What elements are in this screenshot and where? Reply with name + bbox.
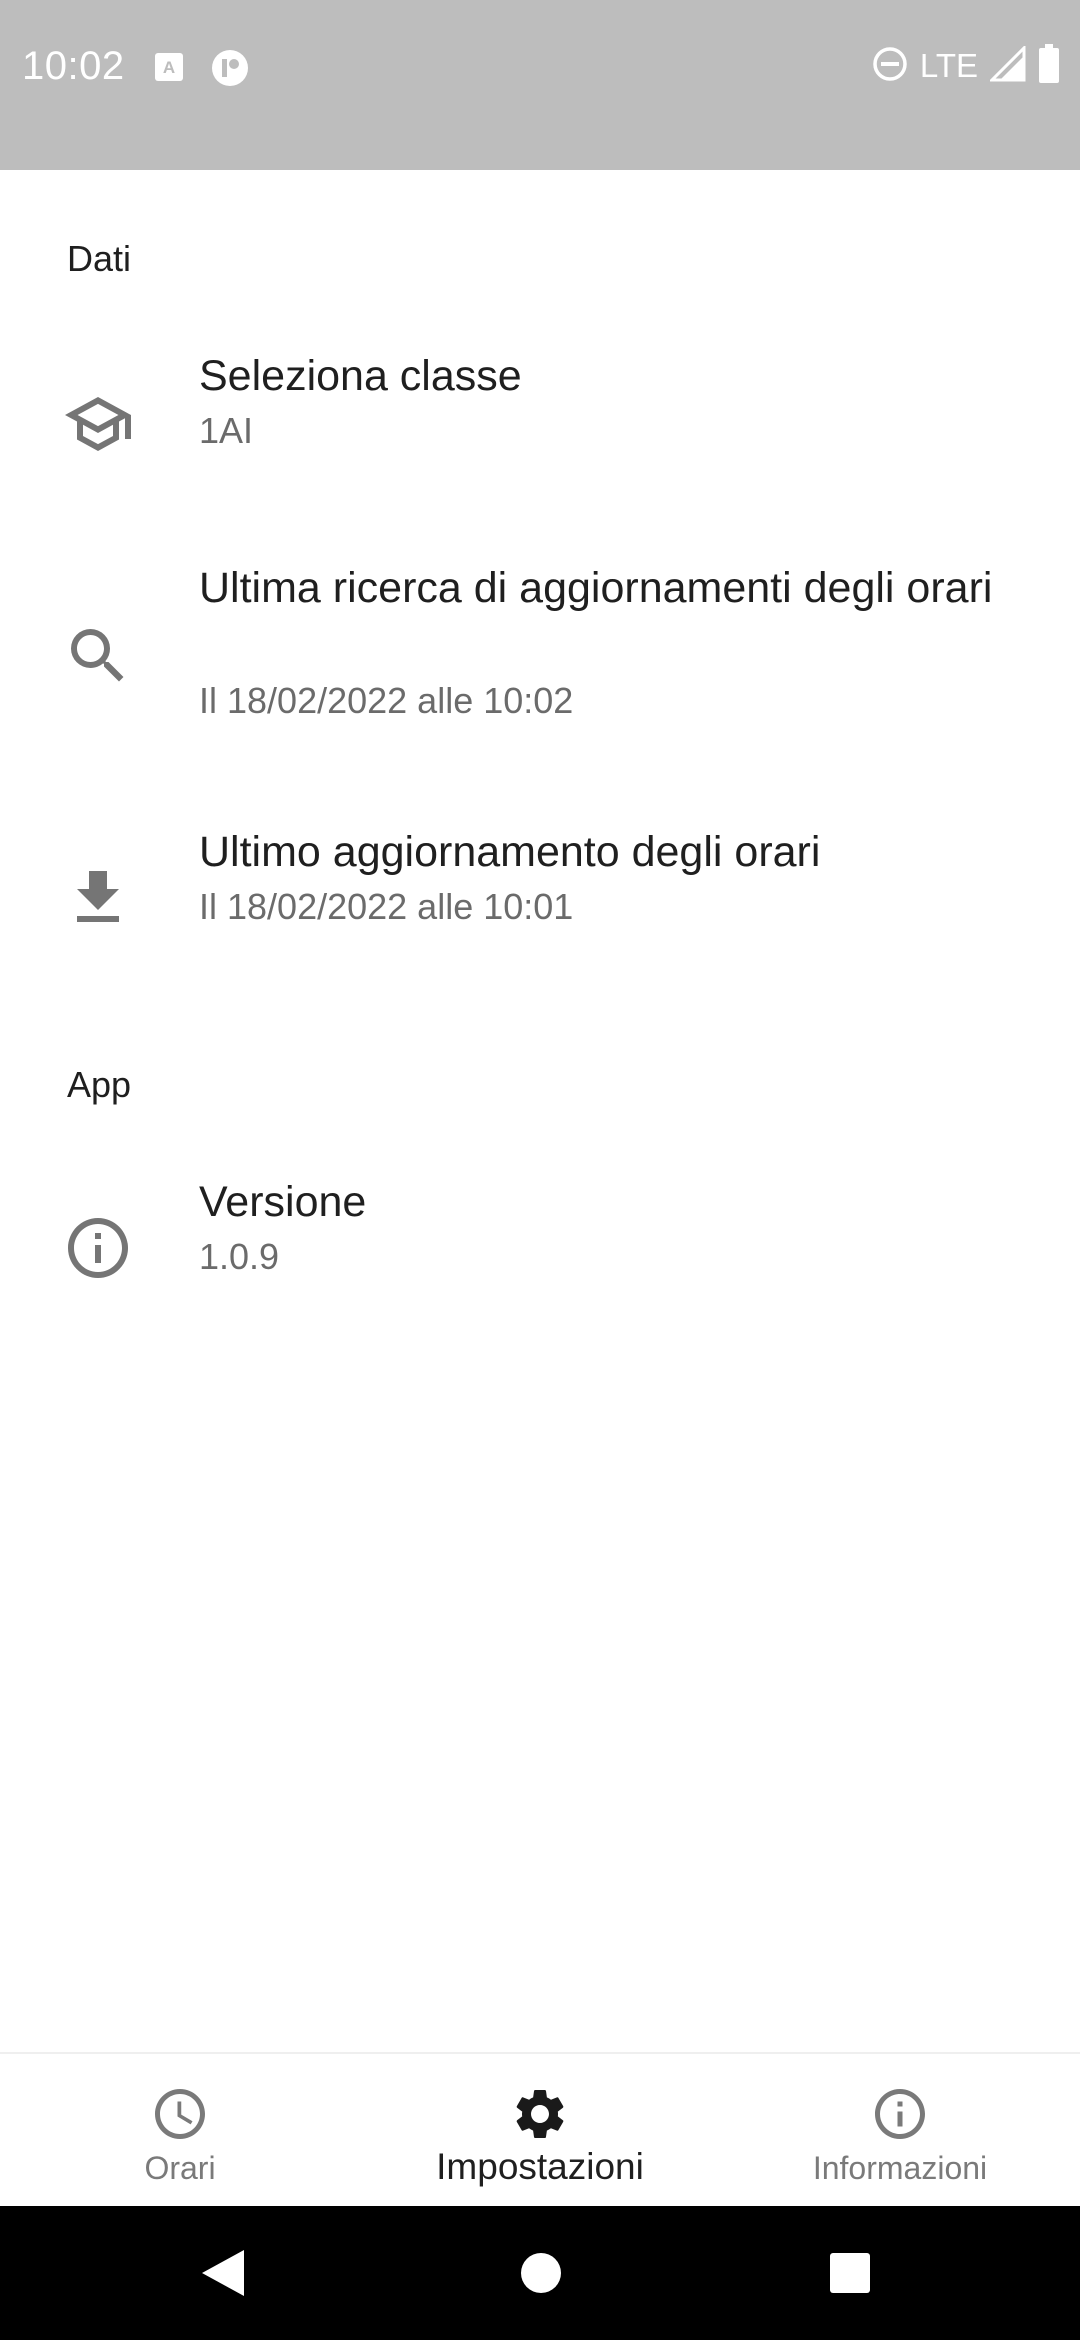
pref-summary: Il 18/02/2022 alle 10:01 [199,886,574,927]
download-icon [62,862,134,934]
nav-item-impostazioni[interactable]: Impostazioni [360,2054,720,2208]
nav-item-orari[interactable]: Orari [0,2054,360,2208]
home-button[interactable] [520,2252,562,2299]
signal-icon [988,43,1026,87]
pref-version[interactable]: Versione 1.0.9 [0,1176,1080,1326]
pref-title: Ultimo aggiornamento degli orari [199,828,821,876]
svg-text:A: A [163,58,175,77]
assistant-icon [210,48,250,93]
pref-title: Ultima ricerca di aggiornamenti degli or… [199,564,993,612]
school-icon [62,388,134,460]
section-header-app: App [67,1064,132,1105]
pref-select-class[interactable]: Seleziona classe 1AI [0,350,1080,500]
battery-icon [1038,43,1060,89]
pref-summary: 1.0.9 [199,1236,280,1277]
back-button[interactable] [200,2248,246,2303]
status-time: 10:02 [22,44,125,88]
nav-label-impostazioni: Impostazioni [436,2146,644,2187]
pref-title: Seleziona classe [199,352,522,400]
clock-icon [150,2084,210,2144]
bottom-navigation: Orari Impostazioni Informazioni [0,2052,1080,2208]
font-a-icon: A [154,52,184,87]
pref-last-update[interactable]: Ultimo aggiornamento degli orari Il 18/0… [0,826,1080,976]
network-type: LTE [919,47,978,84]
search-icon [62,620,134,692]
status-bar: 10:02 A LTE [0,0,1080,170]
recents-button[interactable] [829,2252,871,2299]
info-icon [62,1212,134,1284]
pref-last-check[interactable]: Ultima ricerca di aggiornamenti degli or… [0,562,1080,762]
gear-icon [510,2084,570,2144]
system-navigation-bar [0,2206,1080,2340]
pref-title: Versione [199,1178,367,1226]
info-icon [870,2084,930,2144]
nav-item-informazioni[interactable]: Informazioni [720,2054,1080,2208]
section-header-dati: Dati [67,238,132,279]
nav-label-orari: Orari [144,2150,216,2186]
status-right: LTE [872,43,1060,89]
nav-label-informazioni: Informazioni [812,2150,988,2186]
pref-summary: Il 18/02/2022 alle 10:02 [199,680,574,721]
do-not-disturb-icon [872,46,908,87]
pref-summary: 1AI [199,410,254,451]
